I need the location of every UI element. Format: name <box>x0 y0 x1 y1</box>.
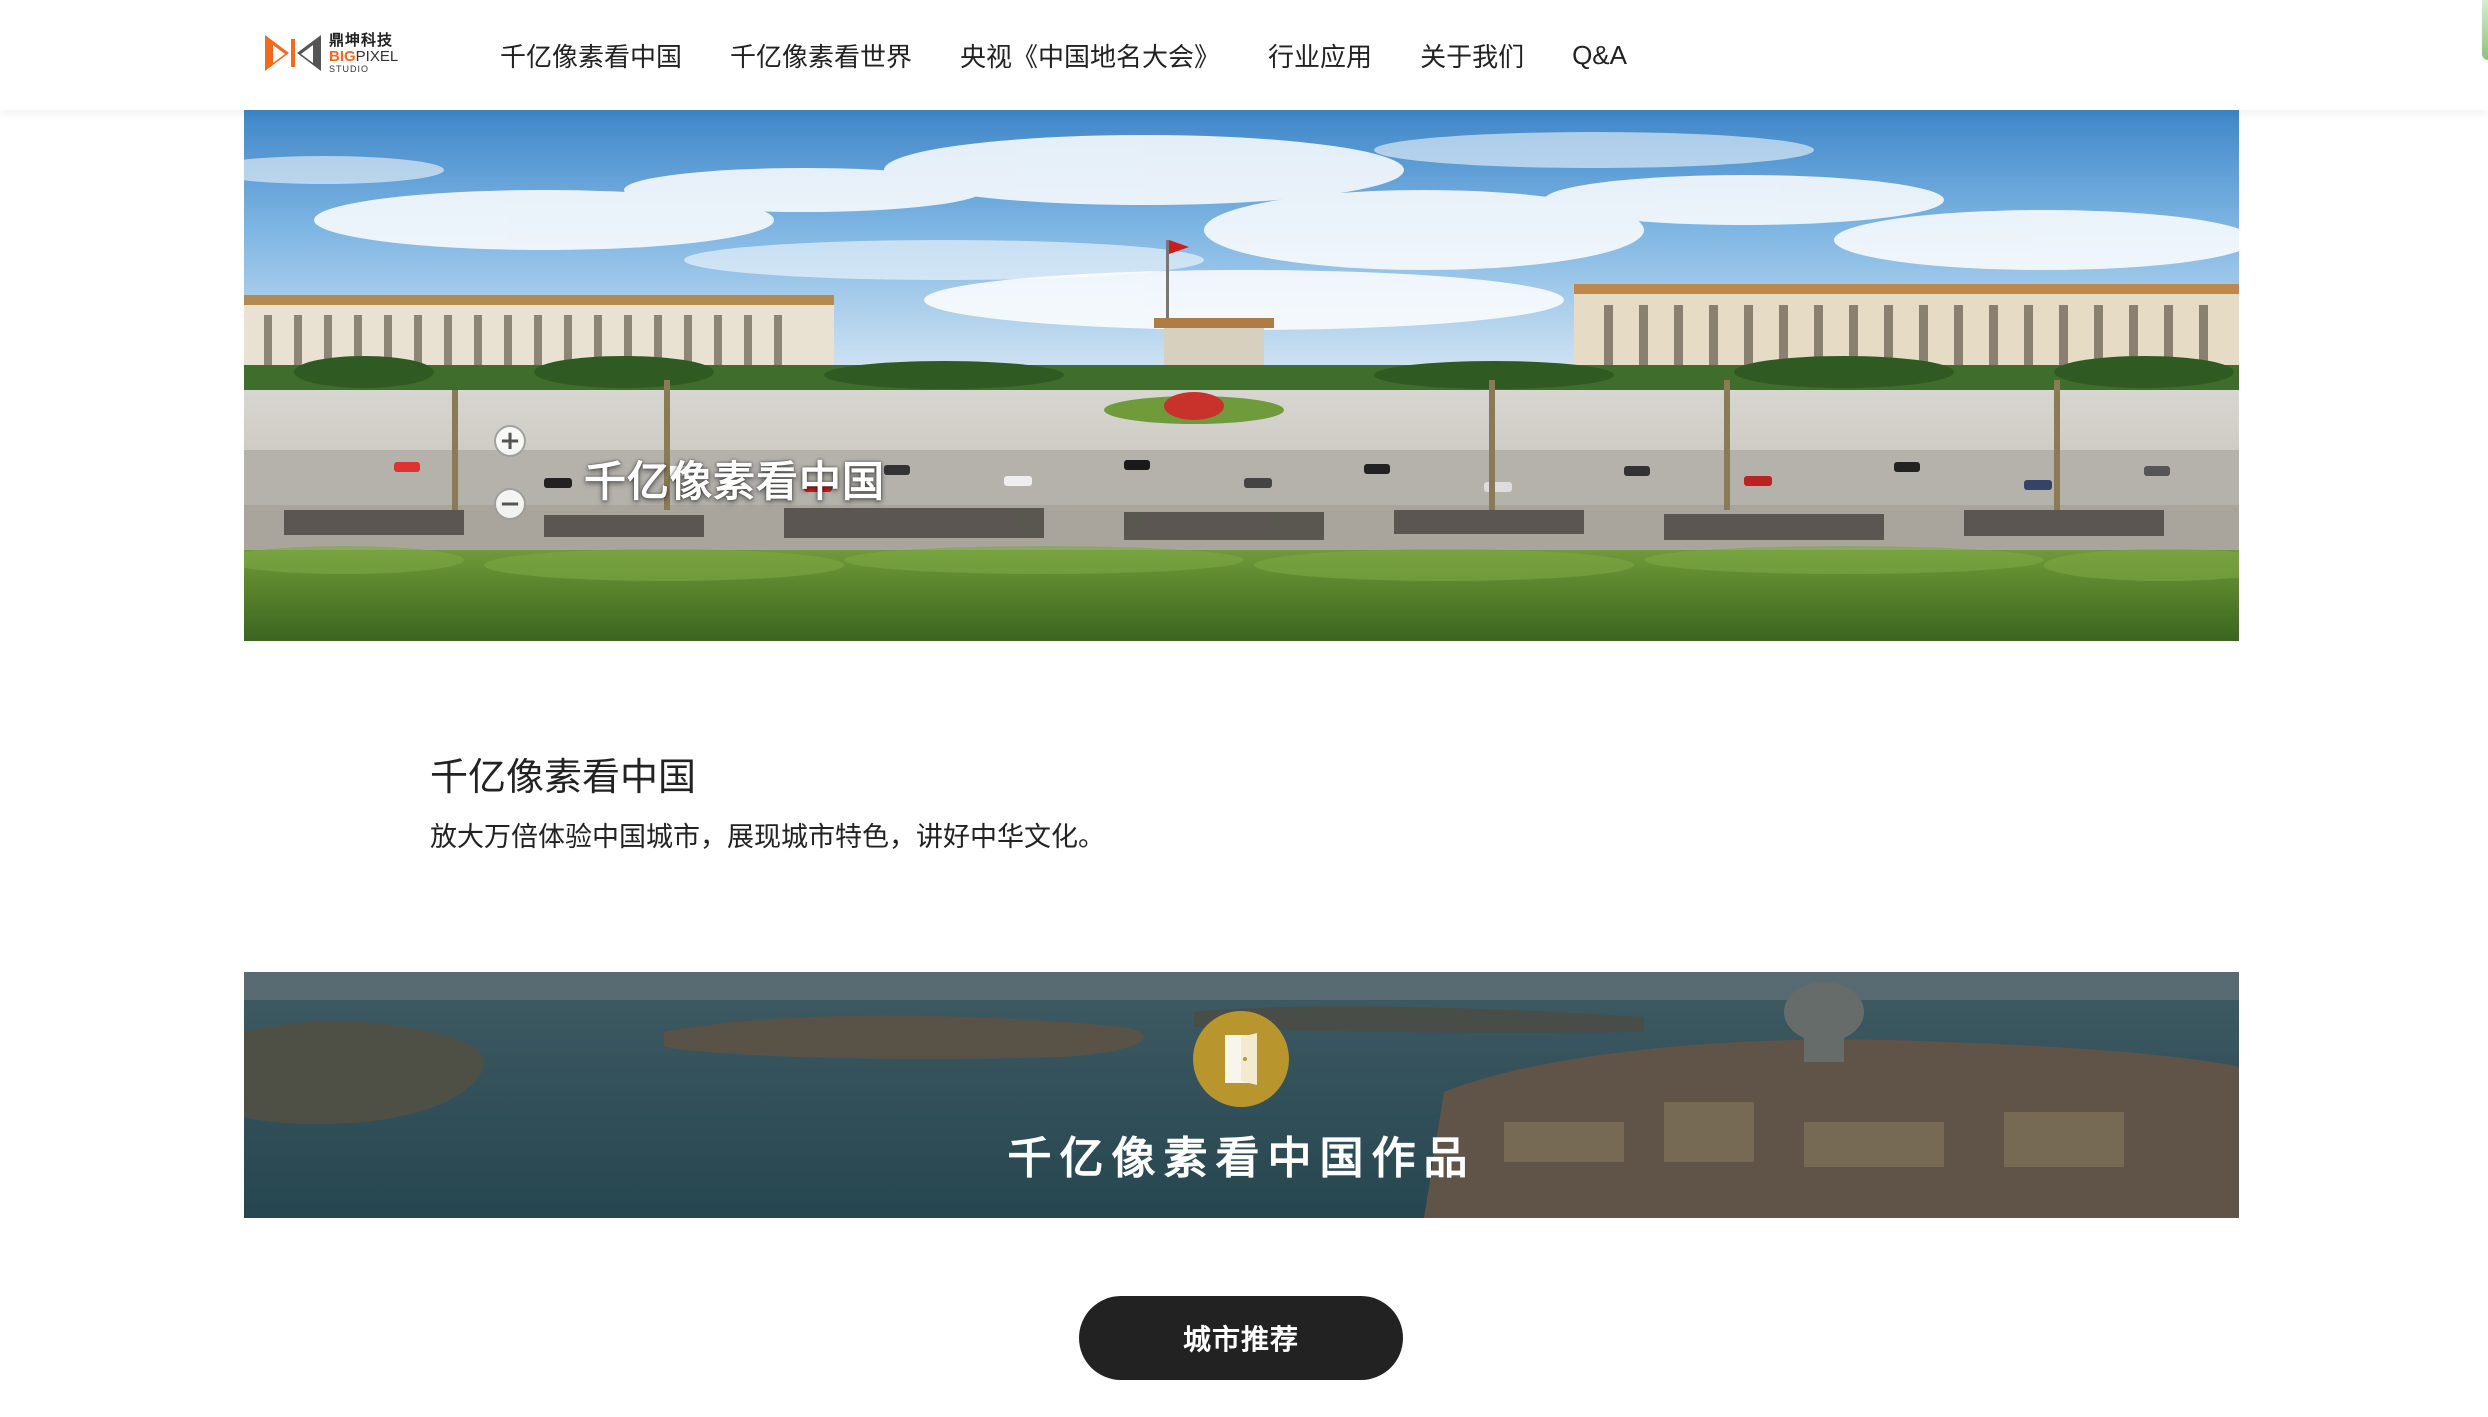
zoom-in-button[interactable]: + <box>494 425 526 457</box>
nav-item-china[interactable]: 千亿像素看中国 <box>500 37 682 74</box>
works-banner[interactable]: 千亿像素看中国作品 <box>244 972 2239 1218</box>
site-header: 鼎坤科技 BIGPIXEL STUDIO 千亿像素看中国 千亿像素看世界 央视《… <box>0 0 2488 110</box>
works-banner-title: 千亿像素看中国作品 <box>1007 1134 1476 1183</box>
nav-item-qa[interactable]: Q&A <box>1572 40 1627 71</box>
door-icon <box>1193 1011 1289 1107</box>
brand-name-studio: STUDIO <box>329 63 370 74</box>
hero-panorama[interactable]: + − 千亿像素看中国 <box>244 110 2239 641</box>
nav-item-cctv-placename[interactable]: 央视《中国地名大会》 <box>960 37 1220 74</box>
bigpixel-logo-icon <box>263 31 323 75</box>
scroll-accent <box>2482 0 2488 60</box>
nav-item-industry[interactable]: 行业应用 <box>1268 37 1372 74</box>
plus-icon: + <box>499 426 521 456</box>
nav-item-about[interactable]: 关于我们 <box>1420 37 1524 74</box>
brand-name-big: BIG <box>329 47 356 65</box>
minus-icon: − <box>499 489 521 519</box>
brand-logo[interactable]: 鼎坤科技 BIGPIXEL STUDIO <box>263 28 403 78</box>
city-recommend-button[interactable]: 城市推荐 <box>1079 1296 1403 1380</box>
brand-name-en: BIGPIXEL <box>329 49 398 64</box>
brand-text: 鼎坤科技 BIGPIXEL STUDIO <box>329 33 398 74</box>
brand-name-pixel: PIXEL <box>355 47 399 65</box>
main-nav: 千亿像素看中国 千亿像素看世界 央视《中国地名大会》 行业应用 关于我们 Q&A <box>500 0 1675 110</box>
brand-name-cn: 鼎坤科技 <box>329 31 394 49</box>
intro-title: 千亿像素看中国 <box>430 757 697 799</box>
panorama-image <box>244 110 2239 641</box>
nav-item-world[interactable]: 千亿像素看世界 <box>730 37 912 74</box>
zoom-out-button[interactable]: − <box>494 488 526 520</box>
intro-description: 放大万倍体验中国城市，展现城市特色，讲好中华文化。 <box>430 822 1105 852</box>
hero-title: 千亿像素看中国 <box>584 458 886 505</box>
